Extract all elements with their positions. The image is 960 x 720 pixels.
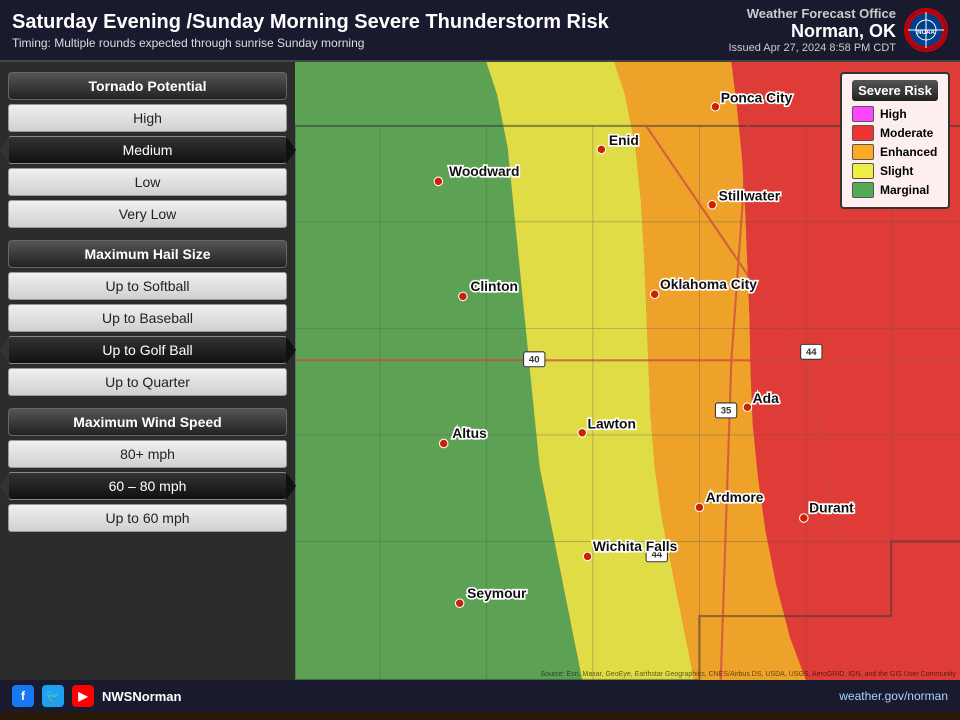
svg-text:Oklahoma City: Oklahoma City	[660, 276, 757, 292]
svg-text:Seymour: Seymour	[467, 585, 527, 601]
svg-text:Altus: Altus	[452, 425, 487, 441]
source-text: Source: Esri, Maxar, GeoEye, Earthstar G…	[541, 671, 956, 678]
svg-text:Lawton: Lawton	[588, 416, 636, 432]
hail-softball[interactable]: Up to Softball	[8, 272, 287, 300]
content-area: Tornado Potential High Medium Low Very L…	[0, 62, 960, 680]
map-area: 40 35 44 44	[295, 62, 960, 680]
header-subtitle: Timing: Multiple rounds expected through…	[12, 36, 728, 50]
nws-issued: Issued Apr 27, 2024 8:58 PM CDT	[728, 42, 896, 54]
page-title: Saturday Evening /Sunday Morning Severe …	[12, 10, 728, 34]
svg-text:Clinton: Clinton	[470, 278, 518, 294]
left-panel: Tornado Potential High Medium Low Very L…	[0, 62, 295, 680]
legend-color-moderate	[852, 125, 874, 141]
legend-item-moderate: Moderate	[852, 125, 938, 141]
footer-social: f 🐦 ▶ NWSNorman	[12, 685, 181, 707]
svg-text:Woodward: Woodward	[449, 163, 520, 179]
tornado-very-low[interactable]: Very Low	[8, 200, 287, 228]
youtube-icon[interactable]: ▶	[72, 685, 94, 707]
social-handle: NWSNorman	[102, 689, 181, 704]
svg-text:35: 35	[721, 406, 732, 417]
header: Saturday Evening /Sunday Morning Severe …	[0, 0, 960, 62]
hail-baseball[interactable]: Up to Baseball	[8, 304, 287, 332]
legend-title: Severe Risk	[852, 80, 938, 101]
svg-text:Durant: Durant	[809, 500, 854, 516]
wind-up-to-60[interactable]: Up to 60 mph	[8, 504, 287, 532]
svg-text:Ada: Ada	[753, 390, 779, 406]
nws-location: Norman, OK	[728, 21, 896, 42]
hail-golf-ball[interactable]: Up to Golf Ball	[8, 336, 287, 364]
footer: f 🐦 ▶ NWSNorman weather.gov/norman	[0, 680, 960, 712]
legend-color-high	[852, 106, 874, 122]
header-right-text: Weather Forecast Office Norman, OK Issue…	[728, 6, 896, 54]
main-container: Saturday Evening /Sunday Morning Severe …	[0, 0, 960, 720]
footer-url[interactable]: weather.gov/norman	[839, 689, 948, 703]
legend-label-high: High	[880, 107, 907, 121]
svg-text:Wichita Falls: Wichita Falls	[593, 538, 678, 554]
legend-item-high: High	[852, 106, 938, 122]
hail-quarter[interactable]: Up to Quarter	[8, 368, 287, 396]
header-left: Saturday Evening /Sunday Morning Severe …	[12, 10, 728, 50]
legend-item-slight: Slight	[852, 163, 938, 179]
legend-label-moderate: Moderate	[880, 126, 933, 140]
nws-office: Weather Forecast Office	[728, 6, 896, 21]
wind-80plus[interactable]: 80+ mph	[8, 440, 287, 468]
tornado-section-header: Tornado Potential	[8, 72, 287, 100]
legend-label-enhanced: Enhanced	[880, 145, 937, 159]
legend-item-marginal: Marginal	[852, 182, 938, 198]
svg-text:Enid: Enid	[609, 132, 639, 148]
svg-text:NOAA: NOAA	[917, 30, 935, 36]
legend-color-marginal	[852, 182, 874, 198]
svg-text:40: 40	[529, 354, 540, 365]
legend: Severe Risk High Moderate Enhanced Sligh…	[840, 72, 950, 209]
tornado-medium[interactable]: Medium	[8, 136, 287, 164]
legend-label-marginal: Marginal	[880, 183, 929, 197]
svg-text:Ponca City: Ponca City	[721, 89, 793, 105]
wind-section-header: Maximum Wind Speed	[8, 408, 287, 436]
wind-60-80[interactable]: 60 – 80 mph	[8, 472, 287, 500]
legend-label-slight: Slight	[880, 164, 913, 178]
legend-color-enhanced	[852, 144, 874, 160]
header-right-row: Weather Forecast Office Norman, OK Issue…	[728, 6, 948, 54]
hail-section-header: Maximum Hail Size	[8, 240, 287, 268]
svg-text:Ardmore: Ardmore	[706, 489, 764, 505]
nws-logo: NOAA	[904, 8, 948, 52]
legend-item-enhanced: Enhanced	[852, 144, 938, 160]
twitter-icon[interactable]: 🐦	[42, 685, 64, 707]
tornado-high[interactable]: High	[8, 104, 287, 132]
svg-text:44: 44	[806, 347, 817, 358]
legend-color-slight	[852, 163, 874, 179]
facebook-icon[interactable]: f	[12, 685, 34, 707]
svg-text:Stillwater: Stillwater	[719, 188, 781, 204]
tornado-low[interactable]: Low	[8, 168, 287, 196]
